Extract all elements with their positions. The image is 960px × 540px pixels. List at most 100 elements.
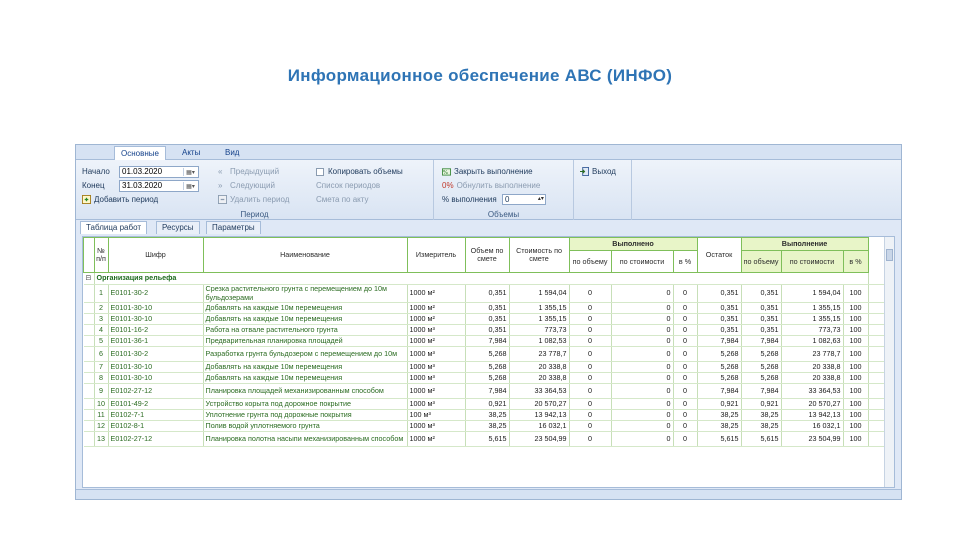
table-row[interactable]: 13 E0102-27-12 Планировка полотна насыпи м… [83,431,888,447]
table-row[interactable]: 11 E0102-7-1 Уплотнение грунта под дорожны… [83,409,888,421]
row-done-pct[interactable]: 0 [673,431,698,447]
row-code[interactable]: E0102-8-1 [108,420,204,432]
row-num[interactable]: 3 [94,313,109,325]
row-done-volume[interactable]: 0 [569,313,612,325]
row-unit[interactable]: 1000 м³ [407,346,466,362]
row-cost[interactable]: 1 355,15 [509,313,570,325]
col-done-pct-header[interactable]: в % [672,250,698,273]
row-volume[interactable]: 0,351 [465,302,510,314]
row-cost[interactable]: 16 032,1 [509,420,570,432]
row-completion-volume[interactable]: 5,268 [741,372,782,384]
row-cost[interactable]: 20 338,8 [509,361,570,373]
table-row[interactable]: 9 E0102-27-12 Планировка площадей механизи… [83,383,888,399]
row-code[interactable]: E0101-30-10 [108,313,204,325]
row-done-cost[interactable]: 0 [611,324,674,336]
row-rest[interactable]: 0,921 [697,398,742,410]
row-rest[interactable]: 7,984 [697,383,742,399]
col-code-header[interactable]: Шифр [107,237,204,273]
row-completion-volume[interactable]: 0,351 [741,302,782,314]
table-row[interactable]: 3 E0101-30-10 Добавлять на каждые 10м пере… [83,313,888,325]
row-num[interactable]: 8 [94,372,109,384]
row-done-volume[interactable]: 0 [569,431,612,447]
row-done-pct[interactable]: 0 [673,284,698,303]
row-name[interactable]: Предварительная планировка площадей [203,335,408,347]
group-row[interactable]: ⊟ Организация рельефа [83,272,888,285]
col-done-volume-header[interactable]: по объему [568,250,612,273]
col-num-header[interactable]: № п/п [93,237,109,273]
row-done-pct[interactable]: 0 [673,409,698,421]
row-volume[interactable]: 7,984 [465,335,510,347]
row-done-cost[interactable]: 0 [611,361,674,373]
row-done-cost[interactable]: 0 [611,284,674,303]
row-num[interactable]: 12 [94,420,109,432]
row-done-volume[interactable]: 0 [569,383,612,399]
row-num[interactable]: 9 [94,383,109,399]
row-cost[interactable]: 23 778,7 [509,346,570,362]
row-unit[interactable]: 1000 м³ [407,398,466,410]
row-completion-volume[interactable]: 0,351 [741,284,782,303]
table-row[interactable]: 12 E0102-8-1 Полив водой уплотняемого грун… [83,420,888,432]
tab-work-table[interactable]: Таблица работ [80,221,148,234]
row-cost[interactable]: 20 570,27 [509,398,570,410]
row-unit[interactable]: 1000 м³ [407,372,466,384]
row-volume[interactable]: 0,921 [465,398,510,410]
row-done-volume[interactable]: 0 [569,324,612,336]
row-done-cost[interactable]: 0 [611,420,674,432]
row-cost[interactable]: 33 364,53 [509,383,570,399]
row-rest[interactable]: 0,351 [697,313,742,325]
col-cost-header[interactable]: Стоимость по смете [508,237,570,273]
row-done-pct[interactable]: 0 [673,361,698,373]
table-row[interactable]: 1 E0101-30-2 Срезка растительного грунта с… [83,284,888,303]
close-completion-button[interactable]: % Закрыть выполнение [442,166,533,178]
row-cost[interactable]: 13 942,13 [509,409,570,421]
row-name[interactable]: Добавлять на каждые 10м перемещения [203,372,408,384]
row-cost[interactable]: 1 082,53 [509,335,570,347]
row-rest[interactable]: 5,268 [697,361,742,373]
spin-arrows-icon[interactable]: ▴▾ [538,195,544,204]
row-cost[interactable]: 1 355,15 [509,302,570,314]
col-name-header[interactable]: Наименование [202,237,408,273]
table-row[interactable]: 10 E0101-49-2 Устройство корыта под дорожн… [83,398,888,410]
row-volume[interactable]: 38,25 [465,420,510,432]
table-row[interactable]: 8 E0101-30-10 Добавлять на каждые 10м пере… [83,372,888,384]
row-completion-volume[interactable]: 0,351 [741,313,782,325]
table-row[interactable]: 2 E0101-30-10 Добавлять на каждые 10м пере… [83,302,888,314]
row-completion-cost[interactable]: 1 594,04 [781,284,844,303]
row-done-cost[interactable]: 0 [611,398,674,410]
row-rest[interactable]: 38,25 [697,420,742,432]
table-row[interactable]: 7 E0101-30-10 Добавлять на каждые 10м пере… [83,361,888,373]
row-completion-cost[interactable]: 1 082,63 [781,335,844,347]
row-code[interactable]: E0101-30-2 [108,346,204,362]
row-unit[interactable]: 1000 м² [407,335,466,347]
end-date-field[interactable]: 31.03.2020 ▦▾ [119,180,199,192]
col-volume-header[interactable]: Объем по смете [464,237,510,273]
row-num[interactable]: 1 [94,284,109,303]
row-done-cost[interactable]: 0 [611,335,674,347]
row-completion-cost[interactable]: 16 032,1 [781,420,844,432]
row-code[interactable]: E0101-30-2 [108,284,204,303]
copy-volumes-checkbox[interactable]: Копировать объемы [316,166,403,178]
tab-resources[interactable]: Ресурсы [156,221,200,234]
row-code[interactable]: E0101-30-10 [108,361,204,373]
row-done-cost[interactable]: 0 [611,372,674,384]
row-completion-volume[interactable]: 0,921 [741,398,782,410]
row-code[interactable]: E0101-49-2 [108,398,204,410]
row-code[interactable]: E0102-27-12 [108,431,204,447]
row-completion-pct[interactable]: 100 [843,302,869,314]
row-volume[interactable]: 0,351 [465,324,510,336]
row-volume[interactable]: 7,984 [465,383,510,399]
row-completion-cost[interactable]: 23 504,99 [781,431,844,447]
row-num[interactable]: 4 [94,324,109,336]
row-rest[interactable]: 0,351 [697,324,742,336]
row-volume[interactable]: 5,268 [465,372,510,384]
row-num[interactable]: 7 [94,361,109,373]
row-completion-cost[interactable]: 20 338,8 [781,372,844,384]
tab-acts[interactable]: Акты [176,146,206,160]
row-done-cost[interactable]: 0 [611,313,674,325]
row-unit[interactable]: 100 м³ [407,409,466,421]
row-completion-pct[interactable]: 100 [843,409,869,421]
row-done-cost[interactable]: 0 [611,346,674,362]
row-done-cost[interactable]: 0 [611,409,674,421]
next-period-button[interactable]: » Следующий [218,180,275,192]
table-row[interactable]: 6 E0101-30-2 Разработка грунта бульдозером… [83,346,888,362]
